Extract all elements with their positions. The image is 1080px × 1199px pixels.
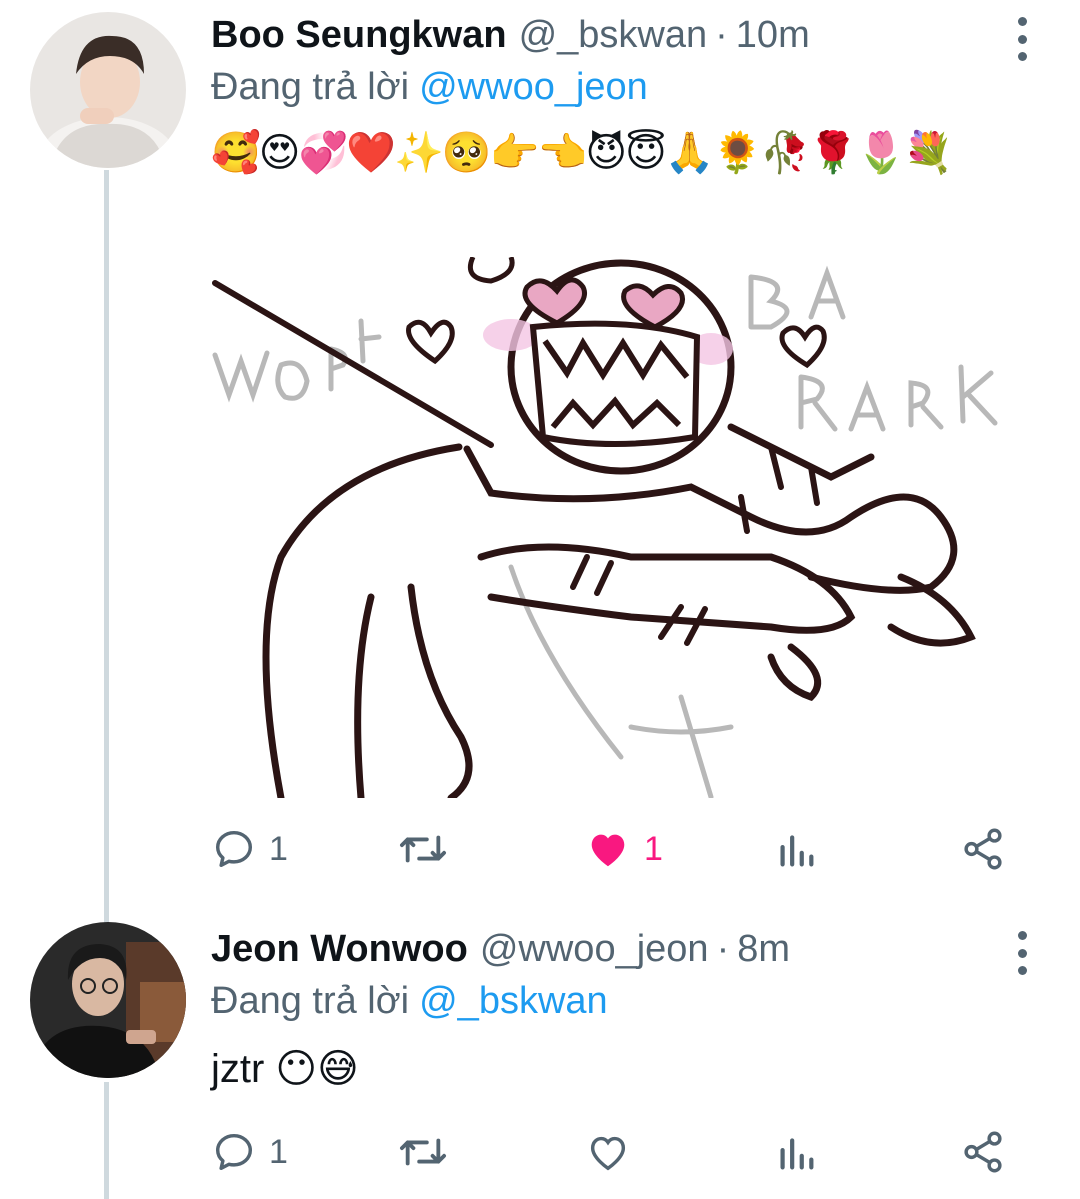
handle[interactable]: @wwoo_jeon xyxy=(480,928,709,971)
replying-to: Đang trả lời @wwoo_jeon xyxy=(211,66,648,109)
retweet-icon xyxy=(400,1138,447,1166)
more-icon[interactable] xyxy=(1012,931,1032,975)
separator: · xyxy=(716,928,730,970)
reply-button[interactable]: 1 xyxy=(211,824,288,874)
timestamp[interactable]: 10m xyxy=(736,14,810,57)
reply-mention-link[interactable]: @_bskwan xyxy=(419,980,608,1022)
tweet-text: jztr 😶😅 xyxy=(211,1047,359,1091)
tweet-header: Jeon Wonwoo @wwoo_jeon · 8m xyxy=(211,928,790,978)
tweet-header: Boo Seungkwan @_bskwan · 10m xyxy=(211,14,810,64)
reply-count: 1 xyxy=(269,1132,288,1171)
replying-prefix: Đang trả lời xyxy=(211,980,410,1022)
replying-prefix: Đang trả lời xyxy=(211,66,410,108)
share-icon xyxy=(964,828,1002,870)
replying-to: Đang trả lời @_bskwan xyxy=(211,980,608,1023)
retweet-button[interactable] xyxy=(396,1127,462,1177)
retweet-icon xyxy=(400,835,447,863)
like-count: 1 xyxy=(644,829,663,868)
reply-icon xyxy=(215,1133,253,1171)
reply-icon xyxy=(215,830,253,868)
share-button[interactable] xyxy=(959,1127,1007,1177)
reply-mention-link[interactable]: @wwoo_jeon xyxy=(419,66,648,108)
share-button[interactable] xyxy=(959,824,1007,874)
retweet-button[interactable] xyxy=(396,824,462,874)
handle[interactable]: @_bskwan xyxy=(519,14,708,57)
display-name[interactable]: Jeon Wonwoo xyxy=(211,928,468,971)
analytics-button[interactable] xyxy=(776,1127,816,1177)
analytics-button[interactable] xyxy=(776,824,816,874)
timestamp[interactable]: 8m xyxy=(737,928,790,971)
thread-connector xyxy=(104,170,109,925)
avatar[interactable] xyxy=(30,12,186,168)
analytics-icon xyxy=(780,835,814,867)
like-button[interactable] xyxy=(584,1127,644,1177)
reply-button[interactable]: 1 xyxy=(211,1127,288,1177)
reply-count: 1 xyxy=(269,829,288,868)
display-name[interactable]: Boo Seungkwan xyxy=(211,14,507,57)
more-icon[interactable] xyxy=(1012,17,1032,61)
tweet-actions: 1 xyxy=(211,1127,1011,1177)
like-icon xyxy=(591,834,625,867)
like-button[interactable]: 1 xyxy=(584,824,663,874)
like-icon xyxy=(590,1136,626,1171)
avatar[interactable] xyxy=(30,922,186,1078)
thread-connector xyxy=(104,1082,109,1199)
tweet-media-image[interactable] xyxy=(211,257,1013,798)
tweet-actions: 1 1 xyxy=(211,824,1011,874)
analytics-icon xyxy=(780,1138,814,1170)
share-icon xyxy=(964,1131,1002,1173)
separator: · xyxy=(715,14,728,56)
tweet-text: 🥰😍💞❤️✨🥺👉👈😈😇🙏🌻🥀🌹🌷💐 xyxy=(211,131,954,175)
